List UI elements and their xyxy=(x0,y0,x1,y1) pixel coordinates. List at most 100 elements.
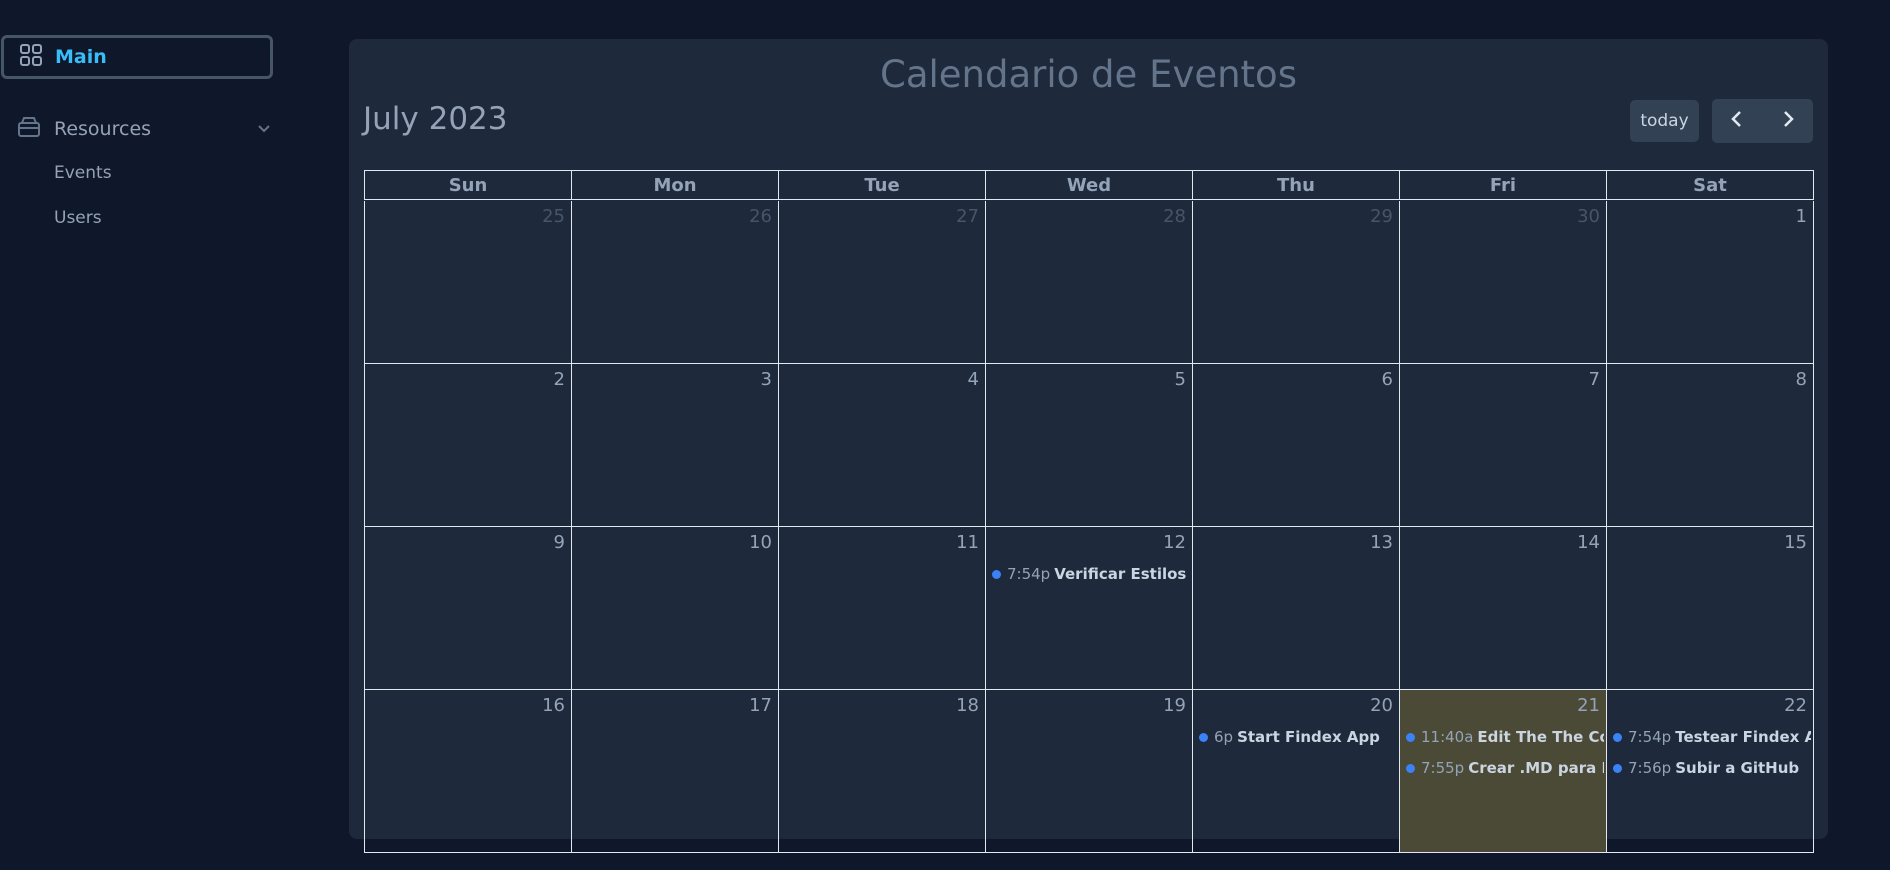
chevron-right-icon xyxy=(1781,110,1795,132)
day-cell[interactable]: 4 xyxy=(778,364,985,527)
day-number[interactable]: 30 xyxy=(1577,206,1600,227)
day-cell[interactable]: 26 xyxy=(571,201,778,364)
day-number[interactable]: 28 xyxy=(1163,206,1186,227)
day-number[interactable]: 13 xyxy=(1370,532,1393,553)
day-cell[interactable]: 19 xyxy=(985,690,1192,853)
day-cell[interactable]: 227:54pTestear Findex App7:56pSubir a Gi… xyxy=(1606,690,1814,853)
sidebar-item-users[interactable]: Users xyxy=(54,208,102,228)
day-cell[interactable]: 16 xyxy=(364,690,571,853)
day-number[interactable]: 21 xyxy=(1577,695,1600,716)
day-number[interactable]: 12 xyxy=(1163,532,1186,553)
day-cell[interactable]: 30 xyxy=(1399,201,1606,364)
day-number[interactable]: 8 xyxy=(1796,369,1807,390)
day-number[interactable]: 7 xyxy=(1589,369,1600,390)
day-cell[interactable]: 28 xyxy=(985,201,1192,364)
event-title: Subir a GitHub xyxy=(1675,759,1800,777)
day-number[interactable]: 14 xyxy=(1577,532,1600,553)
day-number[interactable]: 18 xyxy=(956,695,979,716)
day-cell[interactable]: 10 xyxy=(571,527,778,690)
event-title: Crear .MD para Findex xyxy=(1468,759,1604,777)
day-cell[interactable]: 9 xyxy=(364,527,571,690)
calendar-event[interactable]: 6p Start Findex App xyxy=(1199,726,1397,748)
calendar-grid: Sun Mon Tue Wed Thu Fri Sat 25 26 27 28 29 30 1 2 3 4 5 6 7… xyxy=(364,170,1814,870)
day-cell[interactable]: 5 xyxy=(985,364,1192,527)
event-time: 7:56p xyxy=(1628,759,1672,777)
sidebar-item-events[interactable]: Events xyxy=(54,163,112,183)
day-cell[interactable]: 29 xyxy=(1192,201,1399,364)
day-cell[interactable]: 18 xyxy=(778,690,985,853)
weekday-header-tue: Tue xyxy=(778,170,985,200)
calendar-event[interactable]: 7:55pCrear .MD para Findex xyxy=(1406,757,1604,779)
event-title: Testear Findex App xyxy=(1675,728,1811,746)
sidebar-item-main-label: Main xyxy=(55,46,107,68)
day-cell[interactable]: 17 xyxy=(571,690,778,853)
day-cell[interactable]: 15 xyxy=(1606,527,1814,690)
weekday-header-fri: Fri xyxy=(1399,170,1606,200)
day-number[interactable]: 20 xyxy=(1370,695,1393,716)
event-title: Edit The The Code xyxy=(1477,728,1604,746)
month-title: July 2023 xyxy=(363,101,508,137)
day-number[interactable]: 1 xyxy=(1796,206,1807,227)
day-number[interactable]: 17 xyxy=(749,695,772,716)
day-cell[interactable]: 12 7:54p Verificar Estilos xyxy=(985,527,1192,690)
event-dot-icon xyxy=(1406,763,1415,773)
chevron-down-icon[interactable] xyxy=(256,120,272,140)
day-number[interactable]: 9 xyxy=(554,532,565,553)
event-title: Verificar Estilos xyxy=(1054,565,1187,583)
day-number[interactable]: 2 xyxy=(554,369,565,390)
day-cell[interactable]: 20 6p Start Findex App xyxy=(1192,690,1399,853)
today-button[interactable]: today xyxy=(1630,100,1699,142)
day-number[interactable]: 19 xyxy=(1163,695,1186,716)
event-time: 7:55p xyxy=(1421,759,1465,777)
day-number[interactable]: 15 xyxy=(1784,532,1807,553)
day-cell[interactable]: 27 xyxy=(778,201,985,364)
event-dot-icon xyxy=(1199,732,1208,742)
calendar-event[interactable]: 11:40aEdit The The Code xyxy=(1406,726,1604,748)
day-cell[interactable]: 6 xyxy=(1192,364,1399,527)
event-time: 7:54p xyxy=(1628,728,1672,746)
day-cell[interactable]: 14 xyxy=(1399,527,1606,690)
day-cell[interactable]: 11 xyxy=(778,527,985,690)
day-cell[interactable]: 3 xyxy=(571,364,778,527)
event-time: 7:54p xyxy=(1007,565,1051,583)
day-cell[interactable]: 25 xyxy=(364,201,571,364)
sidebar: Main Resources Events Users xyxy=(0,0,300,826)
day-number[interactable]: 4 xyxy=(968,369,979,390)
day-cell[interactable]: 7 xyxy=(1399,364,1606,527)
day-number[interactable]: 26 xyxy=(749,206,772,227)
month-nav xyxy=(1712,99,1813,143)
day-number[interactable]: 29 xyxy=(1370,206,1393,227)
day-cell[interactable]: 21 11:40aEdit The The Code 7:55pCrear .MD … xyxy=(1399,690,1606,853)
day-number[interactable]: 10 xyxy=(749,532,772,553)
grid-icon xyxy=(19,43,43,71)
event-dot-icon xyxy=(1613,763,1622,773)
event-dot-icon xyxy=(1406,732,1415,742)
chevron-left-icon xyxy=(1730,110,1744,132)
day-cell[interactable]: 2 xyxy=(364,364,571,527)
prev-month-button[interactable] xyxy=(1712,99,1763,143)
sidebar-item-resources-label: Resources xyxy=(54,118,152,140)
day-number[interactable]: 6 xyxy=(1382,369,1393,390)
day-number[interactable]: 11 xyxy=(956,532,979,553)
weekday-header-mon: Mon xyxy=(571,170,778,200)
event-dot-icon xyxy=(1613,732,1622,742)
day-number[interactable]: 22 xyxy=(1784,695,1807,716)
sidebar-item-main[interactable]: Main xyxy=(1,35,273,79)
event-time: 6p xyxy=(1214,728,1234,746)
day-number[interactable]: 27 xyxy=(956,206,979,227)
sidebar-item-resources[interactable]: Resources xyxy=(16,112,272,146)
day-number[interactable]: 25 xyxy=(542,206,565,227)
calendar-event[interactable]: 7:56p Subir a GitHub xyxy=(1613,757,1811,779)
box-icon xyxy=(16,114,42,144)
day-number[interactable]: 5 xyxy=(1175,369,1186,390)
day-cell[interactable]: 13 xyxy=(1192,527,1399,690)
calendar-event[interactable]: 7:54pTestear Findex App xyxy=(1613,726,1811,748)
day-cell[interactable]: 8 xyxy=(1606,364,1814,527)
day-number[interactable]: 16 xyxy=(542,695,565,716)
day-cell[interactable]: 1 xyxy=(1606,201,1814,364)
day-number[interactable]: 3 xyxy=(761,369,772,390)
calendar-event[interactable]: 7:54p Verificar Estilos xyxy=(992,563,1190,585)
event-title: Start Findex App xyxy=(1237,728,1380,746)
weekday-header-thu: Thu xyxy=(1192,170,1399,200)
next-month-button[interactable] xyxy=(1763,99,1814,143)
